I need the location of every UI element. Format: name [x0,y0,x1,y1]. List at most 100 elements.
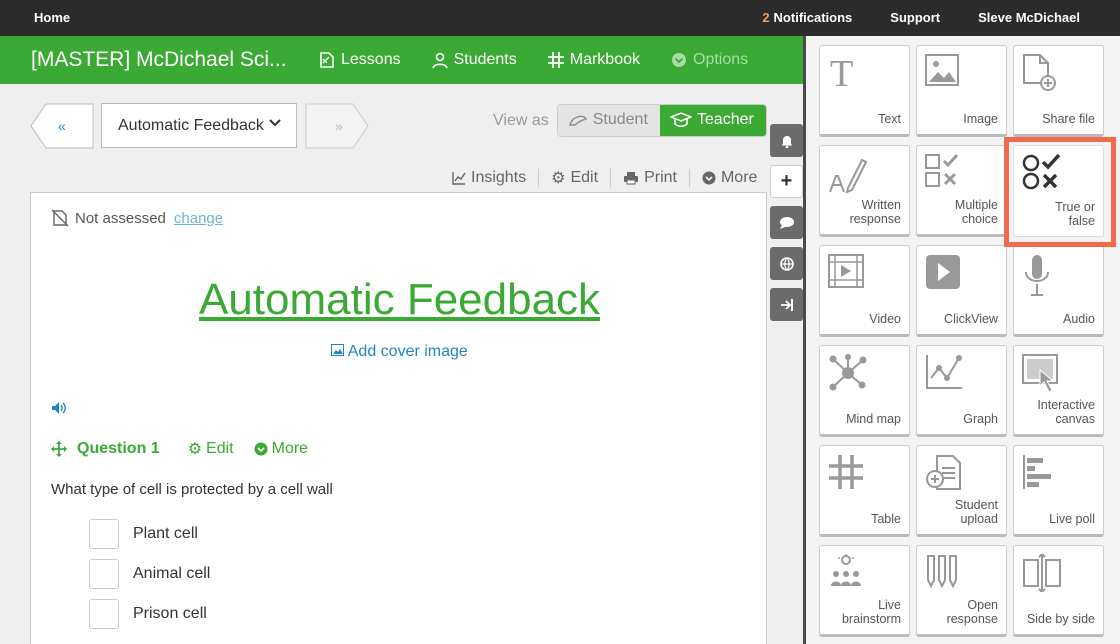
palette-tile-label: Multiple choice [954,198,998,226]
view-as-label: View as [493,111,549,129]
top-bar-right: 2 Notifications Support Sleve McDichael [762,10,1080,25]
view-as-student-button[interactable]: Student [557,105,660,136]
nav-lessons[interactable]: Lessons [318,51,401,69]
palette-tile-share-file[interactable]: Share file [1013,45,1104,137]
user-menu[interactable]: Sleve McDichael [978,10,1080,25]
palette-tile-label: Interactive canvas [1037,398,1095,426]
palette-tile-mind-map[interactable]: Mind map [819,345,910,437]
answer-option[interactable]: Prison cell [89,599,207,629]
course-title[interactable]: [MASTER] McDichael Sci... [31,48,287,72]
notifications-label: Notifications [773,10,853,25]
palette-tile-label: Text [878,112,901,126]
student-cap-icon [568,115,587,126]
palette-tile-table[interactable]: Table [819,445,910,537]
answer-checkbox[interactable] [89,559,119,589]
answer-checkbox[interactable] [89,599,119,629]
globe-button[interactable] [770,247,803,280]
nav-options[interactable]: Options [670,51,748,69]
written-response-icon [829,158,868,194]
nav-markbook[interactable]: Markbook [547,51,640,69]
palette-tile-clickview[interactable]: ClickView [916,245,1007,337]
next-page-button[interactable]: » [305,103,369,149]
palette-tile-interactive-canvas[interactable]: Interactive canvas [1013,345,1104,437]
page-title[interactable]: Automatic Feedback [31,275,768,325]
add-cover-image-link[interactable]: Add cover image [31,343,768,361]
support-link[interactable]: Support [890,10,940,25]
palette-tile-label: Mind map [846,412,901,426]
next-page-label: » [335,118,343,134]
home-link[interactable]: Home [34,10,70,25]
answer-checkbox[interactable] [89,519,119,549]
palette-tile-video[interactable]: Video [819,245,910,337]
question-more-button[interactable]: More [254,440,308,458]
question-edit-button[interactable]: ⚙ Edit [188,439,234,459]
palette-tile-label: Graph [963,412,998,426]
notifications-bell-button[interactable] [770,124,803,157]
comments-icon [779,216,794,229]
question-text: What type of cell is protected by a cell… [51,481,333,498]
table-icon [829,455,863,489]
answer-option-label: Prison cell [133,605,207,622]
print-button[interactable]: Print [611,169,690,187]
gear-icon: ⚙ [187,441,203,458]
top-bar: Home 2 Notifications Support Sleve McDich… [0,0,1120,36]
previous-page-button[interactable]: « [30,103,94,149]
side-tool-strip: + [770,124,803,329]
video-icon [828,254,864,288]
answer-option[interactable]: Plant cell [89,519,198,549]
notifications-link[interactable]: 2 Notifications [762,10,852,25]
view-as-teacher-button[interactable]: Teacher [659,105,766,136]
palette-tile-label: Video [869,312,901,326]
palette-tile-image[interactable]: Image [916,45,1007,137]
palette-tile-audio[interactable]: Audio [1013,245,1104,337]
collapse-panel-button[interactable] [770,288,803,321]
insights-button[interactable]: Insights [452,169,540,187]
comments-button[interactable] [770,206,803,239]
move-icon[interactable] [51,441,67,457]
lesson-toolbar: Insights ⚙ Edit Print More [452,168,769,188]
palette-tile-graph[interactable]: Graph [916,345,1007,437]
lessons-icon [320,52,334,68]
nav-markbook-label: Markbook [569,51,640,68]
student-upload-icon [926,455,961,490]
palette-tile-label: Audio [1063,312,1095,326]
graduation-cap-icon [669,112,692,127]
true-or-false-highlight [1004,137,1116,247]
text-icon: T [830,54,853,90]
palette-tile-live-poll[interactable]: Live poll [1013,445,1104,537]
print-label: Print [644,169,677,186]
palette-tile-side-by-side[interactable]: Side by side [1013,545,1104,637]
plus-icon: + [780,170,793,192]
insights-label: Insights [471,169,527,186]
share-file-icon [1023,54,1056,91]
palette-tile-live-brainstorm[interactable]: Live brainstorm [819,545,910,637]
palette-tile-written-response[interactable]: Written response [819,145,910,237]
palette-tile-text[interactable]: T Text [819,45,910,137]
nav-lessons-label: Lessons [341,51,401,68]
side-by-side-icon [1023,554,1061,592]
palette-tile-multiple-choice[interactable]: Multiple choice [916,145,1007,237]
interactive-canvas-icon [1022,354,1058,393]
question-more-label: More [271,440,309,457]
answer-option[interactable]: Animal cell [89,559,210,589]
mind-map-icon [829,354,867,391]
speaker-icon[interactable] [51,401,67,420]
palette-tile-label: Side by side [1026,612,1095,626]
edit-button[interactable]: ⚙ Edit [539,168,612,188]
nav-students[interactable]: Students [431,51,517,69]
palette-tile-student-upload[interactable]: Student upload [916,445,1007,537]
palette-tile-open-response[interactable]: Open response [916,545,1007,637]
bell-icon [781,135,792,148]
globe-icon [779,256,794,271]
page-select-value: Automatic Feedback [118,117,264,134]
content-palette: T Text Image Share file Written response … [806,36,1120,644]
more-label: More [720,169,758,186]
palette-tile-label: Table [871,512,901,526]
nav-students-label: Students [453,51,517,68]
page-select[interactable]: Automatic Feedback [101,103,297,148]
palette-tile-label: Open response [946,598,998,626]
add-content-button[interactable]: + [770,165,803,198]
more-button[interactable]: More [690,169,769,187]
add-cover-image-label: Add cover image [347,343,468,360]
change-assessment-link[interactable]: change [174,210,223,227]
